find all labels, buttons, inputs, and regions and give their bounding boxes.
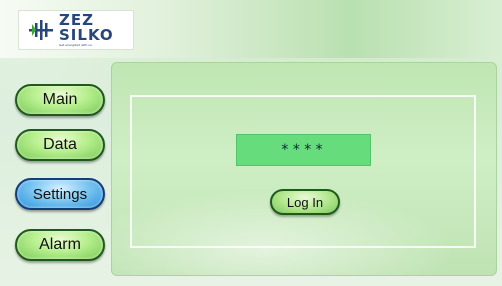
sidebar-item-main[interactable]: Main — [15, 84, 105, 116]
sidebar-item-alarm[interactable]: Alarm — [15, 229, 105, 261]
login-button[interactable]: Log In — [270, 189, 340, 215]
sidebar-item-settings[interactable]: Settings — [15, 178, 105, 210]
logo-text-line2: SILKO — [59, 26, 114, 44]
sidebar-item-data[interactable]: Data — [15, 129, 105, 161]
login-frame — [130, 95, 476, 248]
password-field[interactable]: **** — [236, 134, 371, 166]
logo-mark-icon — [29, 20, 53, 40]
logo-tagline: Get energized with us — [59, 43, 92, 47]
company-logo: ZEZ SILKO Get energized with us — [18, 10, 134, 50]
